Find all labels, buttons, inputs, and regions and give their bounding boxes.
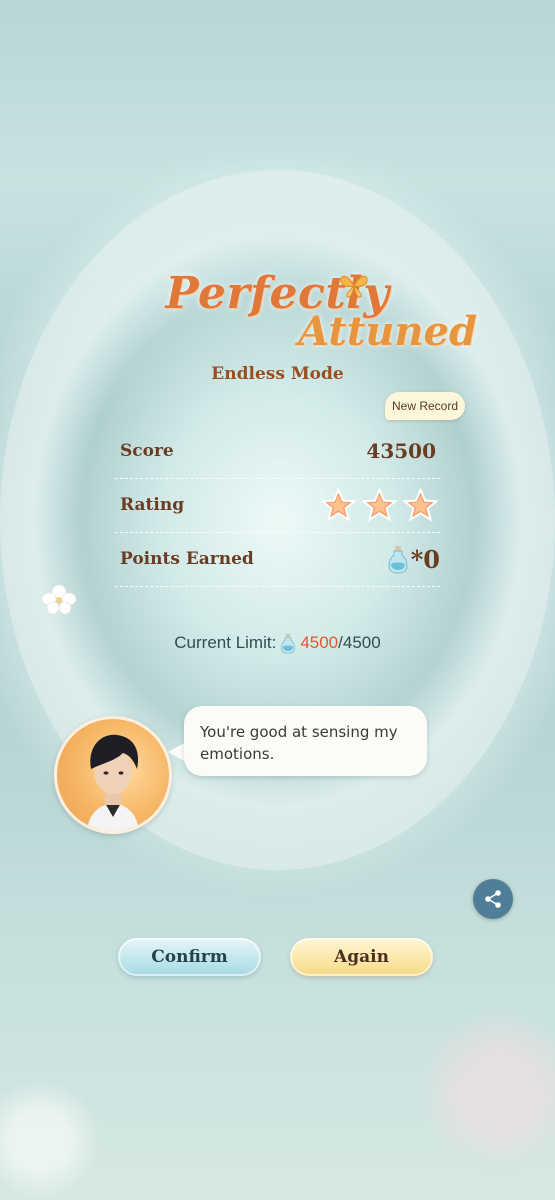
mode-label: Endless Mode	[211, 364, 344, 384]
points-row: Points Earned *0	[115, 532, 440, 587]
result-title-line2: Attuned	[298, 308, 477, 355]
limit-max: 4500	[342, 633, 381, 652]
score-label: Score	[120, 441, 174, 461]
points-value: *0	[410, 544, 440, 574]
rating-label: Rating	[120, 495, 185, 515]
rating-stars	[321, 487, 440, 523]
star-icon	[321, 487, 356, 522]
points-label: Points Earned	[120, 549, 254, 569]
star-icon	[403, 487, 438, 522]
rating-row: Rating	[115, 478, 440, 533]
bottle-icon	[388, 546, 408, 574]
flower-decoration	[40, 584, 78, 616]
confirm-button[interactable]: Confirm	[118, 938, 261, 976]
character-avatar	[54, 716, 172, 834]
limit-current: 4500	[300, 633, 339, 652]
bottle-icon	[281, 633, 296, 654]
new-record-badge: New Record	[385, 392, 465, 420]
score-row: Score 43500	[115, 424, 440, 479]
dialogue-bubble: You're good at sensing my emotions.	[184, 706, 427, 776]
limit-label: Current Limit:	[174, 633, 277, 652]
score-value: 43500	[366, 439, 436, 463]
points-value-group: *0	[387, 544, 440, 574]
share-icon	[485, 890, 501, 908]
star-icon	[362, 487, 397, 522]
again-button[interactable]: Again	[290, 938, 433, 976]
current-limit: Current Limit: 4500/4500	[0, 632, 555, 654]
butterfly-icon	[340, 275, 368, 298]
share-button[interactable]	[473, 879, 513, 919]
